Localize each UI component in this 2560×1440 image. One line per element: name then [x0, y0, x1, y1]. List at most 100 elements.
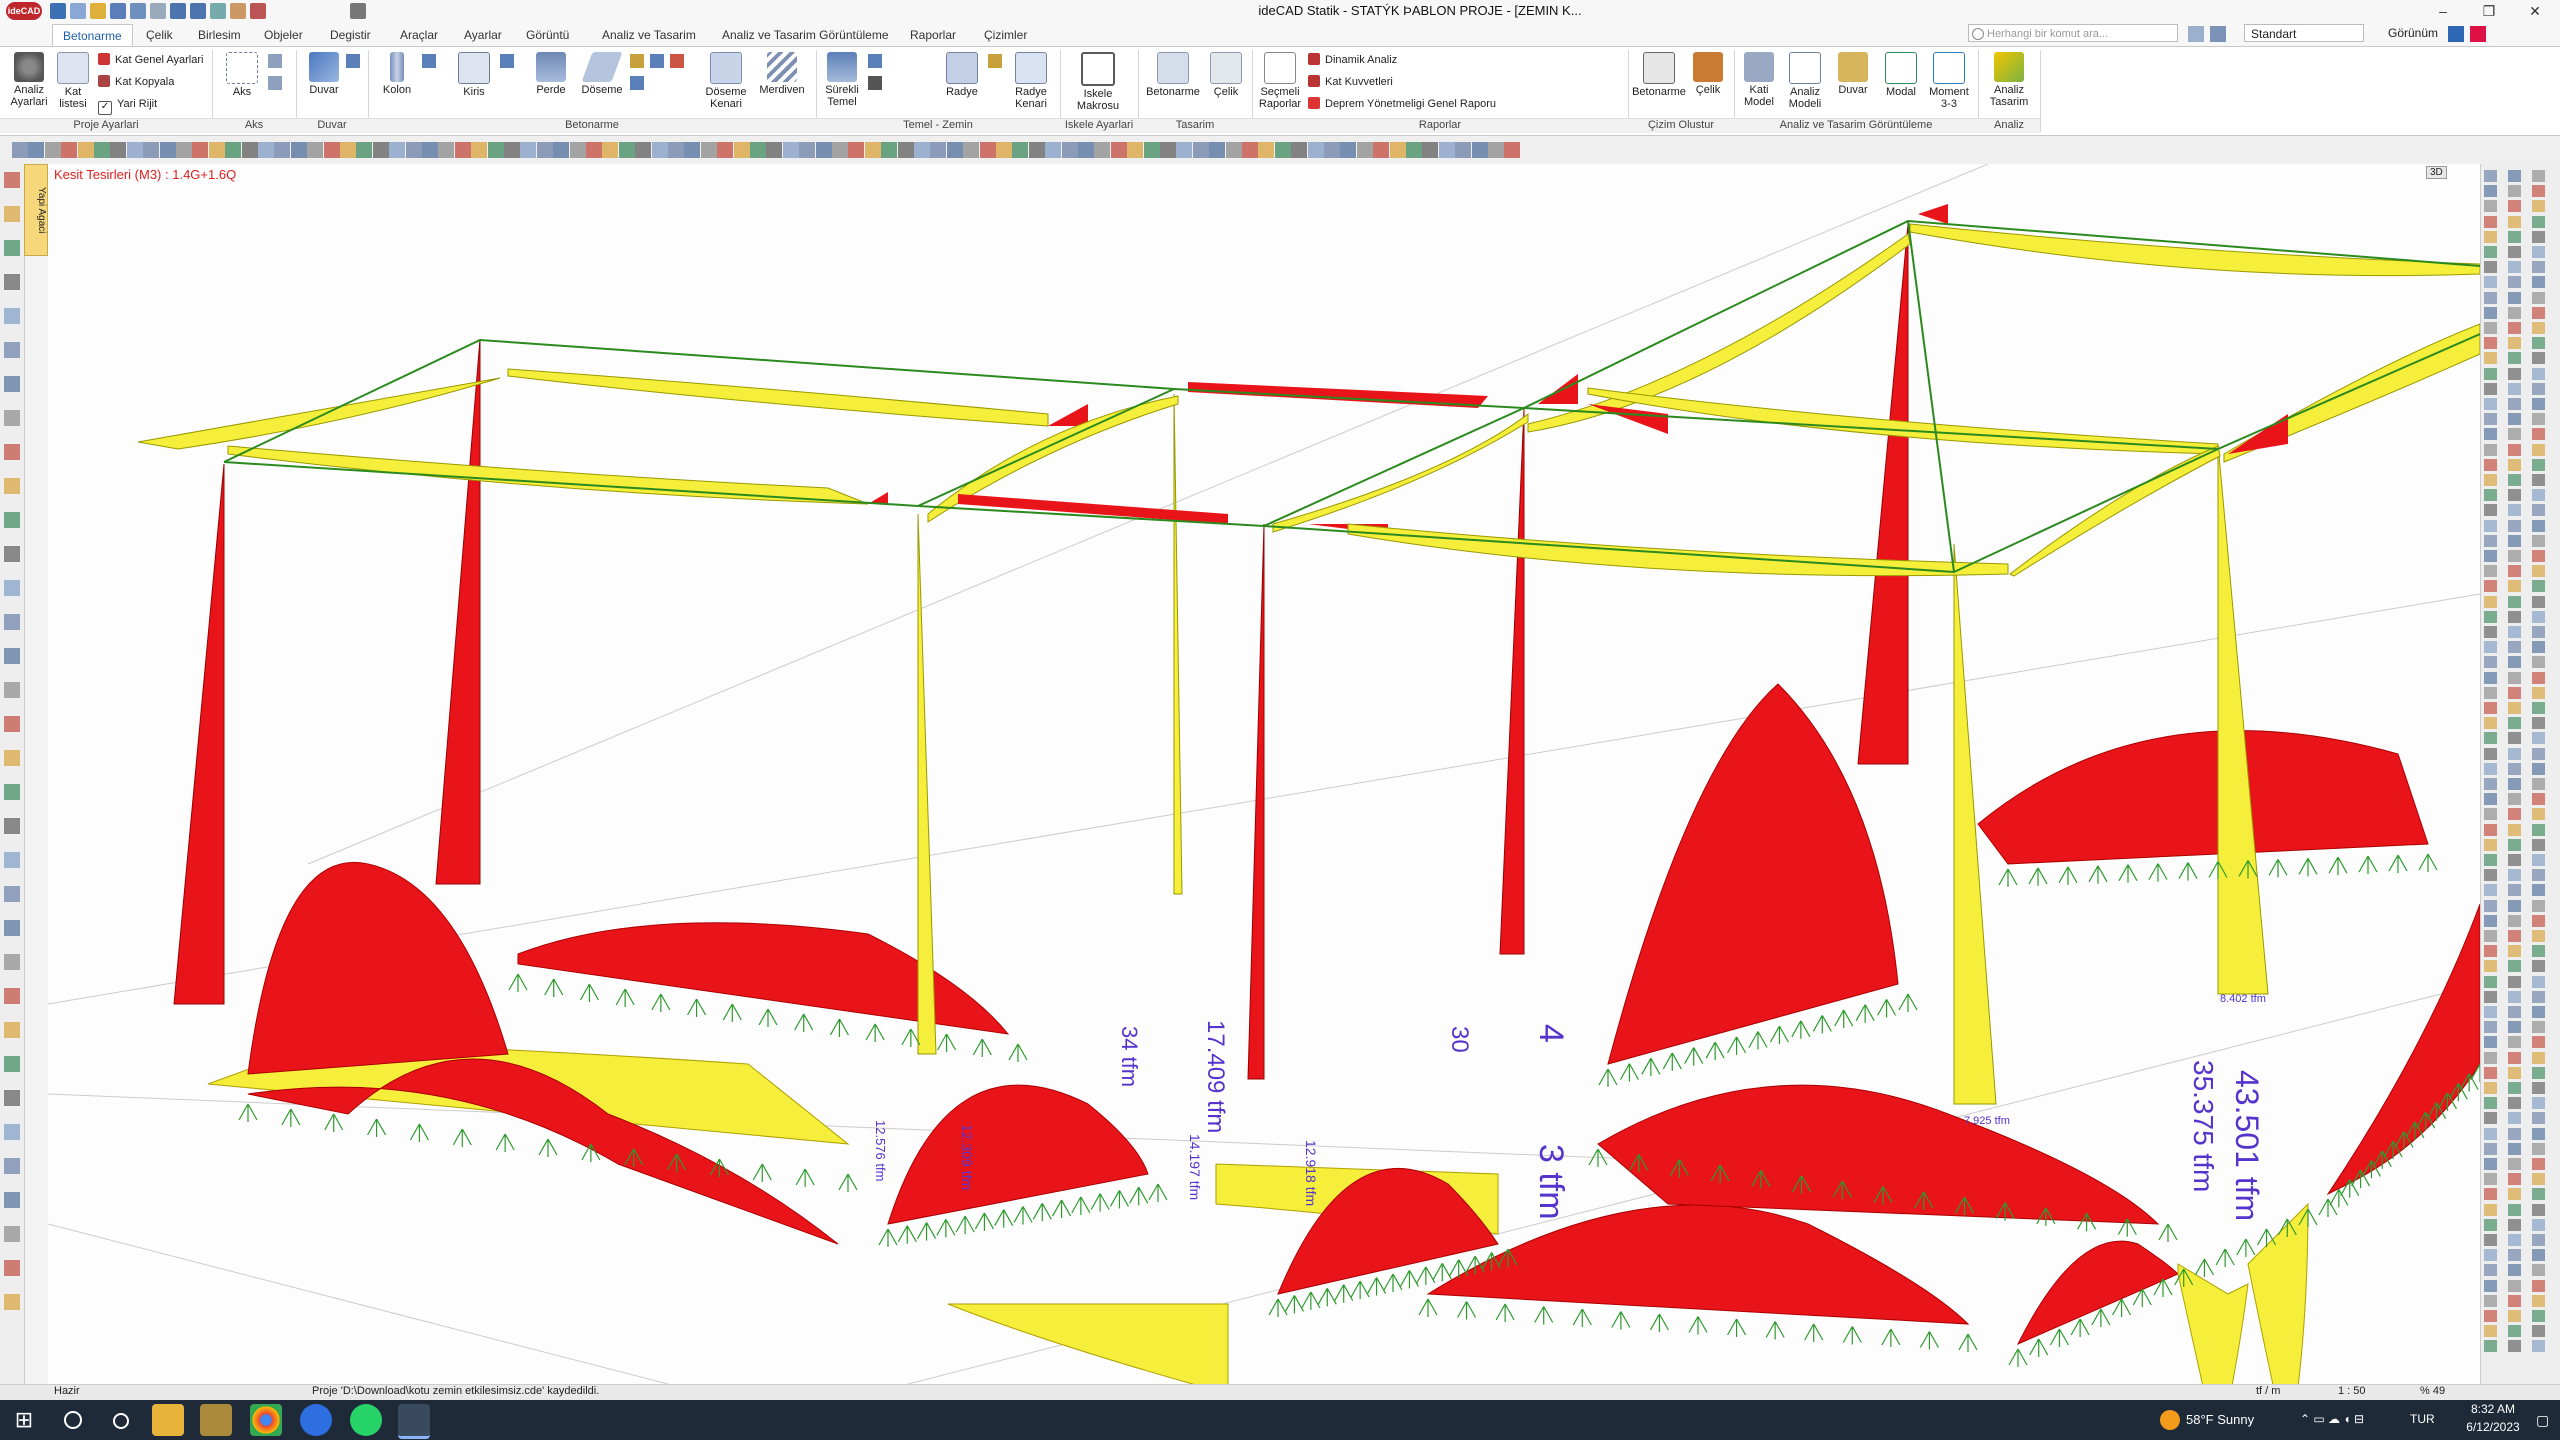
duvar-button[interactable]: Duvar: [302, 52, 346, 96]
right-tool-icon[interactable]: [2532, 458, 2545, 471]
kat-listesi-button[interactable]: Kat listesi: [52, 52, 94, 110]
wall-tool-icon[interactable]: [346, 54, 360, 68]
right-tool-icon[interactable]: [2532, 899, 2545, 912]
right-tool-icon[interactable]: [2532, 291, 2545, 304]
right-tool-icon[interactable]: [2508, 489, 2521, 502]
right-tool-icon[interactable]: [2532, 413, 2545, 426]
right-tool-icon[interactable]: [2532, 200, 2545, 213]
right-tool-icon[interactable]: [2508, 1310, 2521, 1322]
toolbar-tool-icon[interactable]: [864, 142, 881, 158]
right-tool-icon[interactable]: [2484, 808, 2497, 821]
analiz-modeli-button[interactable]: Analiz Modeli: [1782, 52, 1828, 110]
right-tool-icon[interactable]: [2484, 854, 2497, 866]
view-mode-control[interactable]: 3D: [2426, 166, 2447, 179]
toolbar-tool-icon[interactable]: [963, 142, 980, 158]
app-logo[interactable]: ideCAD: [6, 2, 42, 20]
right-tool-icon[interactable]: [2532, 230, 2545, 243]
command-search-input[interactable]: Herhangi bir komut ara...: [1968, 24, 2178, 42]
right-tool-icon[interactable]: [2484, 1188, 2497, 1201]
right-tool-icon[interactable]: [2508, 945, 2521, 958]
left-tool-icon[interactable]: [4, 1260, 20, 1276]
home-icon[interactable]: [50, 3, 66, 19]
right-tool-icon[interactable]: [2484, 306, 2497, 319]
right-tool-icon[interactable]: [2508, 1051, 2521, 1064]
right-tool-icon[interactable]: [2532, 1021, 2545, 1034]
right-tool-icon[interactable]: [2532, 732, 2545, 745]
right-tool-icon[interactable]: [2484, 413, 2497, 426]
left-tool-icon[interactable]: [4, 546, 20, 562]
right-tool-icon[interactable]: [2532, 1340, 2545, 1353]
tab-raporlar[interactable]: Raporlar: [900, 24, 966, 46]
right-tool-icon[interactable]: [2484, 504, 2497, 517]
toolbar-tool-icon[interactable]: [799, 142, 816, 158]
right-tool-icon[interactable]: [2508, 550, 2521, 562]
footing-tool-icon[interactable]: [868, 54, 882, 68]
right-tool-icon[interactable]: [2508, 474, 2521, 486]
right-tool-icon[interactable]: [2508, 1325, 2521, 1338]
toolbar-tool-icon[interactable]: [750, 142, 766, 158]
right-tool-icon[interactable]: [2532, 990, 2545, 1003]
toolbar-tool-icon[interactable]: [77, 142, 94, 158]
right-tool-icon[interactable]: [2484, 686, 2497, 699]
right-tool-icon[interactable]: [2532, 945, 2545, 958]
right-tool-icon[interactable]: [2484, 565, 2497, 578]
weather-icon[interactable]: [2160, 1410, 2180, 1430]
toolbar-tool-icon[interactable]: [1078, 142, 1094, 158]
right-tool-icon[interactable]: [2484, 1051, 2497, 1064]
right-tool-icon[interactable]: [2484, 595, 2497, 608]
right-tool-icon[interactable]: [2484, 762, 2497, 775]
right-tool-icon[interactable]: [2532, 428, 2545, 441]
left-tool-icon[interactable]: [4, 172, 20, 188]
toolbar-tool-icon[interactable]: [176, 142, 192, 158]
save-as-icon[interactable]: [130, 3, 146, 19]
right-tool-icon[interactable]: [2532, 747, 2545, 760]
tab-cizimler[interactable]: Çizimler: [974, 24, 1037, 46]
right-tool-icon[interactable]: [2532, 1294, 2545, 1307]
redo-icon[interactable]: [190, 3, 206, 19]
column-tool-icon[interactable]: [422, 54, 436, 68]
right-tool-icon[interactable]: [2532, 1158, 2545, 1170]
right-tool-icon[interactable]: [2484, 702, 2497, 714]
right-tool-icon[interactable]: [2484, 519, 2497, 532]
right-tool-icon[interactable]: [2508, 1021, 2521, 1034]
tab-celik[interactable]: Çelik: [136, 24, 183, 46]
toolbar-tool-icon[interactable]: [815, 142, 832, 158]
right-tool-icon[interactable]: [2532, 1249, 2545, 1262]
right-tool-icon[interactable]: [2508, 990, 2521, 1003]
left-tool-icon[interactable]: [4, 1056, 20, 1072]
right-tool-icon[interactable]: [2532, 519, 2545, 532]
right-tool-icon[interactable]: [2532, 1173, 2545, 1186]
right-tool-icon[interactable]: [2484, 291, 2497, 304]
right-tool-icon[interactable]: [2484, 1249, 2497, 1262]
toolbar-tool-icon[interactable]: [1438, 142, 1455, 158]
right-tool-icon[interactable]: [2508, 291, 2521, 304]
right-tool-icon[interactable]: [2484, 1021, 2497, 1034]
left-tool-icon[interactable]: [4, 512, 20, 528]
right-tool-icon[interactable]: [2484, 610, 2497, 623]
right-tool-icon[interactable]: [2508, 793, 2521, 806]
toolbar-tool-icon[interactable]: [208, 142, 225, 158]
toolbar-tool-icon[interactable]: [602, 142, 619, 158]
toolbar-tool-icon[interactable]: [28, 142, 45, 158]
right-tool-icon[interactable]: [2508, 899, 2521, 912]
info-icon[interactable]: [2470, 26, 2486, 42]
left-tool-icon[interactable]: [4, 206, 20, 222]
right-tool-icon[interactable]: [2532, 869, 2545, 882]
right-tool-icon[interactable]: [2508, 337, 2521, 350]
right-tool-icon[interactable]: [2532, 246, 2545, 258]
kat-kuvvetleri-button[interactable]: Kat Kuvvetleri: [1308, 74, 1393, 90]
right-tool-icon[interactable]: [2532, 960, 2545, 973]
right-tool-icon[interactable]: [2508, 1112, 2521, 1125]
toolbar-tool-icon[interactable]: [12, 142, 28, 158]
left-tool-icon[interactable]: [4, 308, 20, 324]
right-tool-icon[interactable]: [2508, 215, 2521, 228]
right-tool-icon[interactable]: [2532, 838, 2545, 851]
status-unit[interactable]: tf / m: [2256, 1385, 2280, 1397]
right-tool-icon[interactable]: [2484, 1066, 2497, 1079]
toolbar-tool-icon[interactable]: [700, 142, 717, 158]
kolon-button[interactable]: Kolon: [376, 52, 418, 96]
right-tool-icon[interactable]: [2532, 352, 2545, 365]
right-tool-icon[interactable]: [2508, 762, 2521, 775]
zoom-icon[interactable]: [300, 1404, 332, 1436]
left-tool-icon[interactable]: [4, 342, 20, 358]
